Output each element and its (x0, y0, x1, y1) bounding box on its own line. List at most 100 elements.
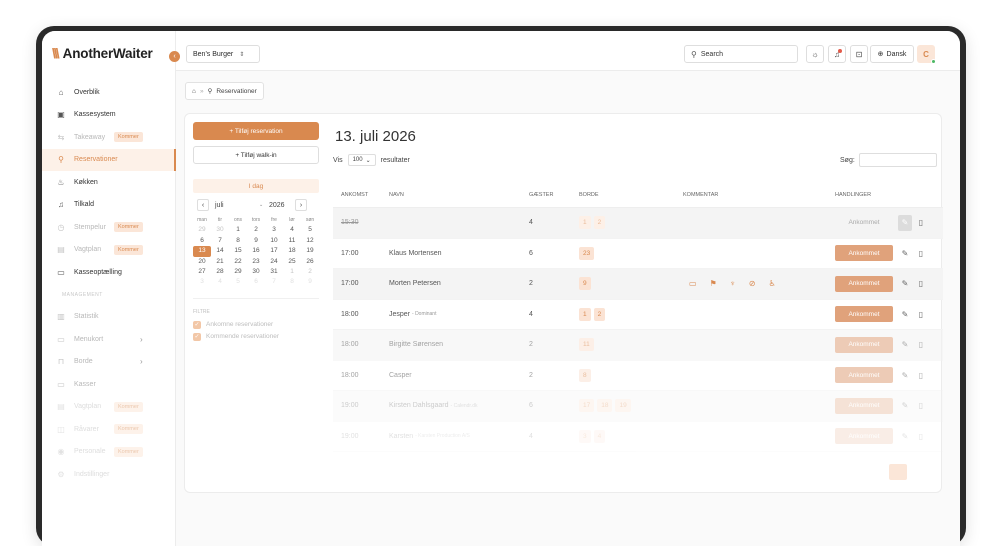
edit-icon[interactable]: ✎ (898, 367, 912, 383)
calendar-day[interactable]: 9 (301, 277, 319, 287)
calendar-day[interactable]: 16 (247, 246, 265, 256)
edit-icon[interactable]: ✎ (898, 214, 912, 231)
avatar[interactable]: C (917, 45, 936, 64)
calendar-day[interactable]: 4 (211, 277, 229, 287)
sidebar-item[interactable]: ◫ Råvarer Kommer (42, 418, 176, 441)
sidebar-item[interactable]: ⊓ Borde › (42, 351, 176, 374)
edit-icon[interactable]: ✎ (898, 276, 912, 292)
calendar-day[interactable]: 23 (247, 257, 265, 267)
calendar-day[interactable]: 9 (247, 236, 265, 246)
checkbox-checked-icon[interactable]: ✓ (193, 320, 201, 329)
month-select[interactable]: juli (215, 202, 224, 209)
calendar-day[interactable]: 10 (265, 236, 283, 246)
collapse-sidebar-button[interactable]: ‹ (169, 51, 180, 62)
calendar-day[interactable]: 12 (301, 236, 319, 246)
home-icon[interactable]: ⌂ (192, 88, 196, 95)
calendar-day[interactable]: 8 (283, 277, 301, 287)
calendar-day[interactable]: 22 (229, 257, 247, 267)
filter-upcoming[interactable]: ✓ Kommende reservationer (193, 332, 319, 341)
table-row[interactable]: 19:00 Karsten - Karsten Production A/S 4 3 4 A… (333, 422, 943, 452)
calendar-day[interactable]: 2 (247, 225, 265, 235)
trash-icon[interactable]: ▯ (914, 215, 928, 231)
sidebar-item[interactable]: ◉ Personale Kommer (42, 441, 176, 464)
trash-icon[interactable]: ▯ (914, 306, 928, 322)
calendar-day[interactable]: 31 (265, 267, 283, 277)
trash-icon[interactable]: ▯ (914, 428, 928, 444)
calendar-day[interactable]: 25 (283, 257, 301, 267)
sidebar-item[interactable]: ▥ Statistik (42, 306, 176, 329)
calendar-day[interactable]: 6 (193, 236, 211, 246)
calendar-day[interactable]: 3 (193, 277, 211, 287)
calendar-day[interactable]: 27 (193, 267, 211, 277)
calendar-day[interactable]: 13 (193, 246, 211, 257)
sidebar-item[interactable]: ▣ Kassesystem (42, 104, 176, 127)
sidebar-item[interactable]: ⇆ Takeaway Kommer (42, 126, 176, 149)
sidebar-item[interactable]: ⚙ Indstillinger (42, 463, 176, 486)
col-header[interactable]: KOMMENTAR (683, 182, 718, 207)
calendar-day[interactable]: 28 (211, 267, 229, 277)
calendar-day[interactable]: 21 (211, 257, 229, 267)
calendar-day[interactable]: 15 (229, 246, 247, 256)
col-header[interactable]: ANKOMST (341, 182, 368, 207)
calendar-day[interactable]: 18 (283, 246, 301, 256)
calendar-day[interactable]: 1 (229, 225, 247, 235)
calendar-day[interactable]: 20 (193, 257, 211, 267)
pagination-current[interactable] (889, 464, 907, 480)
trash-icon[interactable]: ▯ (914, 245, 928, 261)
global-search[interactable]: ⚲ Search (684, 45, 798, 63)
col-header[interactable]: NAVN (389, 182, 404, 207)
year-select[interactable]: 2026 (269, 202, 285, 209)
calendar-day[interactable]: 8 (229, 236, 247, 246)
trash-icon[interactable]: ▯ (914, 398, 928, 414)
mark-arrived-button[interactable]: Ankommet (835, 306, 893, 323)
theme-toggle-button[interactable]: ☼ (806, 45, 824, 63)
sidebar-item[interactable]: ▭ Kasser (42, 373, 176, 396)
mark-arrived-button[interactable]: Ankommet (835, 275, 893, 292)
calendar-day[interactable]: 2 (301, 267, 319, 277)
trash-icon[interactable]: ▯ (914, 367, 928, 383)
sidebar-item[interactable]: ⌂ Overblik (42, 81, 176, 104)
calendar-day[interactable]: 6 (247, 277, 265, 287)
checkbox-checked-icon[interactable]: ✓ (193, 332, 201, 341)
table-row[interactable]: 17:00 Klaus Mortensen 6 23 Ankommet ✎ ▯ (333, 239, 943, 269)
sidebar-item[interactable]: ▤ Vagtplan Kommer (42, 239, 176, 262)
add-reservation-button[interactable]: + Tilføj reservation (193, 122, 319, 140)
col-header[interactable]: GÆSTER (529, 182, 553, 207)
sidebar-item[interactable]: ♨ Køkken (42, 171, 176, 194)
calendar-day[interactable]: 19 (301, 246, 319, 256)
calendar-day[interactable]: 30 (247, 267, 265, 277)
table-row[interactable]: 18:00 Birgitte Sørensen 2 11 Ankommet ✎ ▯ (333, 330, 943, 361)
calendar-day[interactable]: 29 (193, 225, 211, 235)
sidebar-item[interactable]: ◷ Stempelur Kommer (42, 216, 176, 239)
filter-arrived[interactable]: ✓ Ankomne reservationer (193, 320, 319, 329)
notifications-button[interactable]: ♫ (828, 45, 846, 63)
calendar-day[interactable]: 5 (301, 225, 319, 235)
calendar-day[interactable]: 30 (211, 225, 229, 235)
calendar-day[interactable]: 4 (283, 225, 301, 235)
mark-arrived-button[interactable]: Ankommet (835, 397, 893, 414)
trash-icon[interactable]: ▯ (914, 337, 928, 353)
table-row[interactable]: 19:00 Kirsten Dahlsgaard - Calendr.dk 6 17 18… (333, 391, 943, 422)
lock-button[interactable]: ⊡ (850, 45, 868, 63)
col-header[interactable]: BORDE (579, 182, 599, 207)
sidebar-item[interactable]: ▤ Vagtplan Kommer (42, 396, 176, 419)
sidebar-item[interactable]: ⚲ Reservationer (42, 148, 176, 171)
page-size-select[interactable]: 100 ⌄ (347, 154, 376, 166)
calendar-day[interactable]: 7 (211, 236, 229, 246)
sidebar-item[interactable]: ♫ Tilkald (42, 194, 176, 217)
today-button[interactable]: I dag (193, 179, 319, 193)
sidebar-item[interactable]: ▭ Kasseoptælling (42, 261, 176, 284)
table-row[interactable]: 18:00 Casper 2 8 Ankommet ✎ ▯ (333, 361, 943, 391)
edit-icon[interactable]: ✎ (898, 245, 912, 261)
mark-arrived-button[interactable]: Ankommet (835, 428, 893, 445)
table-row[interactable]: 17:00 Morten Petersen 2 9 ▭ ⚑ ♆ ⊘ ♿ Ankommet ✎ ▯ (333, 269, 943, 300)
edit-icon[interactable]: ✎ (898, 398, 912, 414)
prev-month-button[interactable]: ‹ (197, 199, 209, 211)
restaurant-select[interactable]: Ben's Burger ⇕ (186, 45, 260, 63)
calendar-day[interactable]: 7 (265, 277, 283, 287)
next-month-button[interactable]: › (295, 199, 307, 211)
calendar-day[interactable]: 26 (301, 257, 319, 267)
mark-arrived-button[interactable]: Ankommet (835, 367, 893, 384)
table-search-input[interactable] (858, 153, 937, 167)
calendar-day[interactable]: 3 (265, 225, 283, 235)
